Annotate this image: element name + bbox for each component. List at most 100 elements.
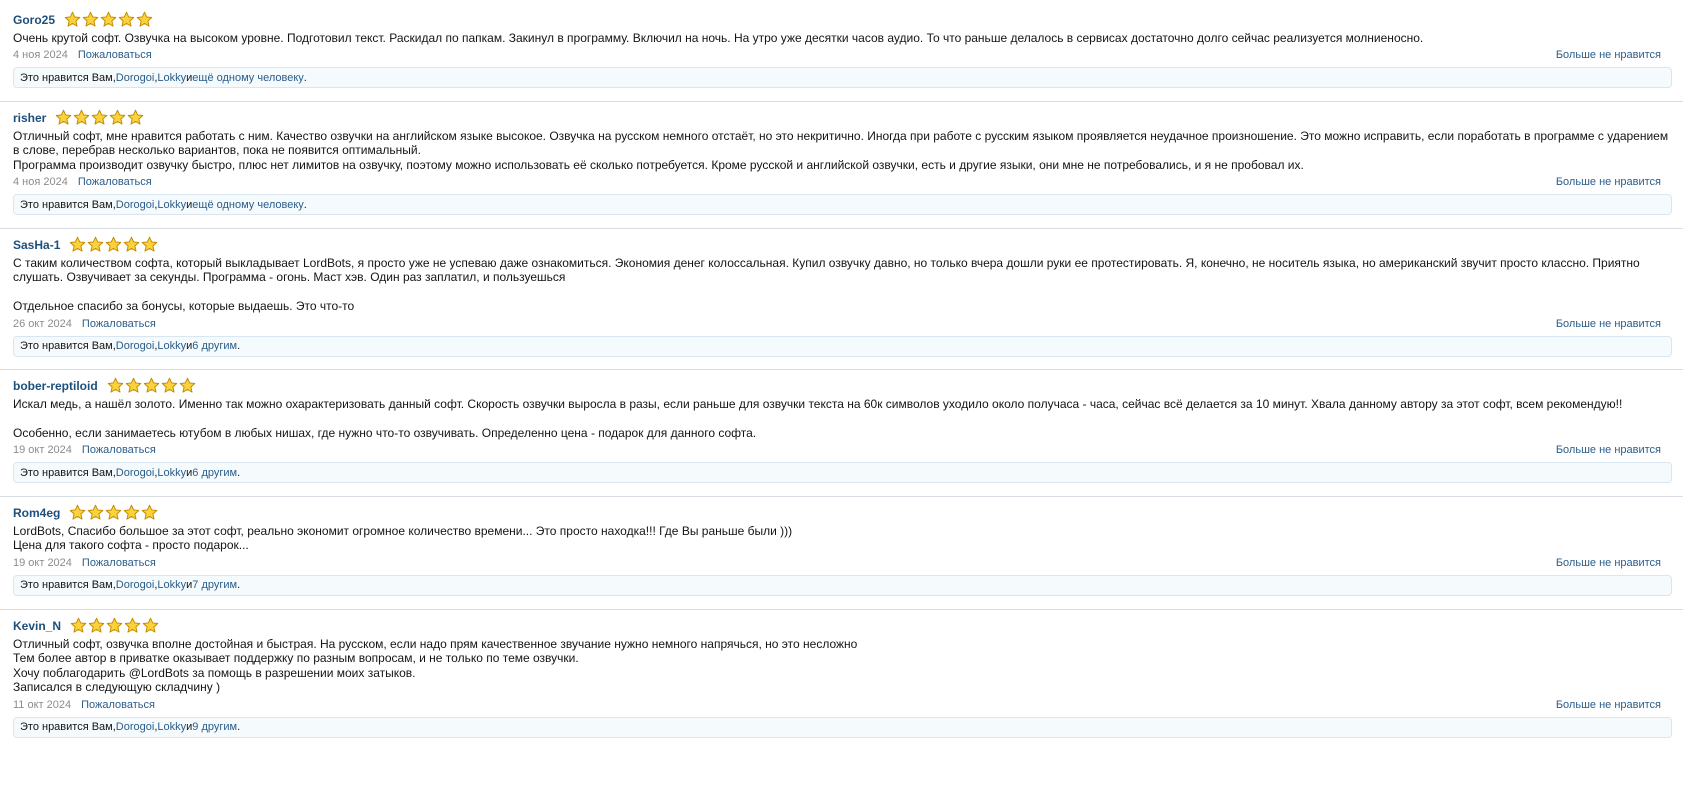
liker-link-lokky[interactable]: Lokky — [157, 579, 186, 591]
username-link[interactable]: Rom4eg — [13, 506, 60, 520]
liker-link-dorogoi[interactable]: Dorogoi — [116, 340, 155, 352]
review-date: 26 окт 2024 — [13, 317, 72, 330]
likes-end: . — [237, 579, 241, 592]
likes-box: Это нравится Вам, Dorogoi, Lokky и 9 дру… — [13, 716, 1672, 738]
star-icon — [106, 504, 122, 520]
star-icon — [70, 504, 86, 520]
likes-prefix: Это нравится Вам, — [20, 340, 116, 353]
review-text: LordBots, Спасибо большое за этот софт, … — [13, 524, 793, 553]
liker-link-dorogoi[interactable]: Dorogoi — [116, 579, 155, 591]
liker-link-lokky[interactable]: Lokky — [157, 721, 186, 733]
unlike-link[interactable]: Больше не нравится — [1556, 176, 1661, 188]
unlike-link[interactable]: Больше не нравится — [1556, 699, 1661, 711]
username-link[interactable]: bober-reptiloid — [13, 379, 98, 393]
star-icon — [64, 11, 81, 27]
star-icon — [161, 377, 177, 393]
review-date: 19 окт 2024 — [13, 444, 72, 457]
review-date: 4 ноя 2024 — [13, 49, 68, 62]
liker-link-dorogoi[interactable]: Dorogoi — [116, 72, 155, 84]
star-rating — [69, 236, 159, 253]
report-link[interactable]: Пожаловаться — [82, 318, 156, 330]
unlike-link[interactable]: Больше не нравится — [1556, 557, 1661, 569]
report-link[interactable]: Пожаловаться — [82, 557, 156, 569]
star-icon — [142, 617, 159, 633]
liker-link-lokky[interactable]: Lokky — [157, 199, 186, 211]
unlike-link[interactable]: Больше не нравится — [1556, 444, 1661, 456]
review-text: С таким количеством софта, который выкла… — [13, 256, 1640, 314]
review-meta: 11 окт 2024 Пожаловаться Больше не нрави… — [13, 695, 1672, 715]
liker-link-dorogoi[interactable]: Dorogoi — [116, 467, 155, 479]
star-icon — [70, 617, 87, 633]
username-link[interactable]: Goro25 — [13, 13, 55, 27]
star-rating — [69, 504, 159, 521]
others-likers-link[interactable]: 7 другим — [192, 579, 237, 591]
others-likers-link[interactable]: ещё одному человеку — [192, 72, 304, 84]
liker-link-dorogoi[interactable]: Dorogoi — [116, 199, 155, 211]
review-meta: 4 ноя 2024 Пожаловаться Больше не нравит… — [13, 172, 1672, 192]
star-icon — [82, 11, 99, 27]
review-list: Goro25 Очень крутой софт. Озвучка на выс… — [0, 0, 1683, 795]
report-link[interactable]: Пожаловаться — [78, 49, 152, 61]
unlike-link[interactable]: Больше не нравится — [1556, 318, 1661, 330]
review-text: Отличный софт, озвучка вполне достойная … — [13, 637, 858, 695]
star-icon — [88, 236, 104, 252]
review-meta: 19 окт 2024 Пожаловаться Больше не нрави… — [13, 553, 1672, 573]
review-item: Goro25 Очень крутой софт. Озвучка на выс… — [0, 8, 1683, 89]
star-icon — [106, 617, 123, 633]
likes-prefix: Это нравится Вам, — [20, 466, 116, 479]
star-icon — [124, 236, 140, 252]
liker-link-dorogoi[interactable]: Dorogoi — [116, 721, 155, 733]
review-item: Rom4eg LordBots, Спасибо большое за этот… — [0, 496, 1683, 596]
others-likers-link[interactable]: 6 другим — [192, 467, 237, 479]
review-header: Goro25 — [13, 8, 1672, 31]
likes-box: Это нравится Вам, Dorogoi, Lokky и 6 дру… — [13, 335, 1672, 357]
review-date: 4 ноя 2024 — [13, 176, 68, 189]
star-icon — [128, 109, 144, 125]
star-rating — [70, 617, 160, 634]
star-icon — [110, 109, 126, 125]
likes-prefix: Это нравится Вам, — [20, 71, 116, 84]
likes-box: Это нравится Вам, Dorogoi, Lokky и ещё о… — [13, 67, 1672, 89]
review-header: Kevin_N — [13, 614, 1672, 637]
likes-box: Это нравится Вам, Dorogoi, Lokky и ещё о… — [13, 194, 1672, 216]
likes-prefix: Это нравится Вам, — [20, 198, 116, 211]
liker-link-lokky[interactable]: Lokky — [157, 467, 186, 479]
review-meta: 26 окт 2024 Пожаловаться Больше не нрави… — [13, 314, 1672, 334]
star-icon — [88, 617, 105, 633]
likes-box: Это нравится Вам, Dorogoi, Lokky и 6 дру… — [13, 462, 1672, 484]
report-link[interactable]: Пожаловаться — [78, 176, 152, 188]
review-item: bober-reptiloid Искал медь, а нашёл золо… — [0, 368, 1683, 484]
username-link[interactable]: SasHa-1 — [13, 238, 60, 252]
star-rating — [107, 377, 197, 394]
liker-link-lokky[interactable]: Lokky — [157, 340, 186, 352]
review-header: bober-reptiloid — [13, 374, 1672, 397]
star-icon — [125, 377, 141, 393]
review-date: 19 окт 2024 — [13, 556, 72, 569]
review-text: Искал медь, а нашёл золото. Именно так м… — [13, 397, 1623, 440]
likes-end: . — [303, 198, 307, 211]
others-likers-link[interactable]: 9 другим — [192, 721, 237, 733]
report-link[interactable]: Пожаловаться — [81, 699, 155, 711]
star-icon — [92, 109, 108, 125]
others-likers-link[interactable]: 6 другим — [192, 340, 237, 352]
liker-link-lokky[interactable]: Lokky — [157, 72, 186, 84]
review-text: Отличный софт, мне нравится работать с н… — [13, 129, 1669, 172]
star-icon — [124, 617, 141, 633]
review-meta: 4 ноя 2024 Пожаловаться Больше не нравит… — [13, 45, 1672, 65]
star-icon — [124, 504, 140, 520]
star-icon — [143, 377, 159, 393]
review-text: Очень крутой софт. Озвучка на высоком ур… — [13, 31, 1424, 45]
star-icon — [142, 504, 158, 520]
star-icon — [106, 236, 122, 252]
others-likers-link[interactable]: ещё одному человеку — [192, 199, 304, 211]
star-icon — [88, 504, 104, 520]
star-icon — [118, 11, 135, 27]
star-icon — [100, 11, 117, 27]
unlike-link[interactable]: Больше не нравится — [1556, 49, 1661, 61]
report-link[interactable]: Пожаловаться — [82, 444, 156, 456]
review-header: Rom4eg — [13, 501, 1672, 524]
review-item: risher Отличный софт, мне нравится работ… — [0, 100, 1683, 216]
username-link[interactable]: Kevin_N — [13, 619, 61, 633]
username-link[interactable]: risher — [13, 111, 46, 125]
likes-end: . — [237, 340, 241, 353]
